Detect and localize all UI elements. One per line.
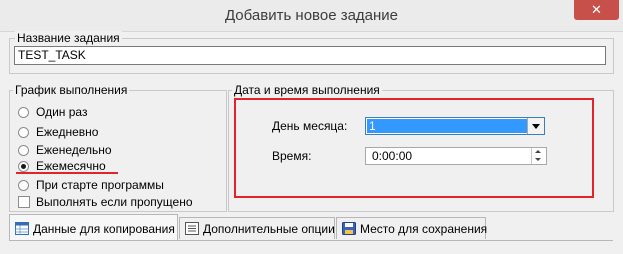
title-bar[interactable]: Добавить новое задание ✕ xyxy=(0,0,623,32)
chevron-down-icon xyxy=(532,124,540,129)
tab-additional-options[interactable]: Дополнительные опции xyxy=(179,217,335,239)
dialog-window: Добавить новое задание ✕ Название задани… xyxy=(0,0,623,254)
tab-save-location[interactable]: Место для сохранения xyxy=(336,217,488,239)
tab-label: Место для сохранения xyxy=(360,222,488,236)
tab-strip-line xyxy=(9,240,613,241)
checkbox-label: Выполнять если пропущено xyxy=(36,195,193,209)
tab-copy-data[interactable]: Данные для копирования xyxy=(9,214,178,240)
time-value: 0:00:00 xyxy=(372,149,413,163)
schedule-legend: График выполнения xyxy=(13,83,130,97)
time-spinner[interactable] xyxy=(531,148,546,164)
task-name-legend: Название задания xyxy=(15,31,122,45)
spin-up-icon[interactable] xyxy=(535,150,541,153)
radio-label: Ежедневно xyxy=(36,125,99,139)
checkbox[interactable] xyxy=(18,196,30,208)
radio-button[interactable] xyxy=(18,107,29,118)
datetime-legend: Дата и время выполнения xyxy=(232,83,382,97)
day-of-month-value: 1 xyxy=(367,119,528,133)
radio-button[interactable] xyxy=(18,127,29,138)
dropdown-button[interactable] xyxy=(527,118,544,134)
options-icon xyxy=(185,222,199,235)
day-of-month-select[interactable]: 1 xyxy=(365,117,545,135)
table-icon xyxy=(15,222,29,235)
tab-label: Данные для копирования xyxy=(33,222,175,236)
tab-label: Дополнительные опции xyxy=(203,222,335,236)
task-name-input[interactable]: TEST_TASK xyxy=(14,46,606,65)
radio-label: При старте программы xyxy=(36,178,164,192)
time-label: Время: xyxy=(272,149,312,163)
radio-label: Еженедельно xyxy=(36,143,112,157)
radio-label: Один раз xyxy=(36,105,88,119)
close-button[interactable]: ✕ xyxy=(574,0,619,20)
save-location-icon xyxy=(342,222,356,235)
time-input[interactable]: 0:00:00 xyxy=(365,147,547,165)
radio-button[interactable] xyxy=(18,180,29,191)
day-of-month-label: День месяца: xyxy=(272,119,348,133)
highlight-underline xyxy=(16,172,118,174)
spin-down-icon[interactable] xyxy=(535,158,541,161)
close-icon: ✕ xyxy=(591,2,602,17)
radio-button-selected[interactable] xyxy=(18,161,29,172)
window-title: Добавить новое задание xyxy=(224,7,399,24)
radio-button[interactable] xyxy=(18,145,29,156)
